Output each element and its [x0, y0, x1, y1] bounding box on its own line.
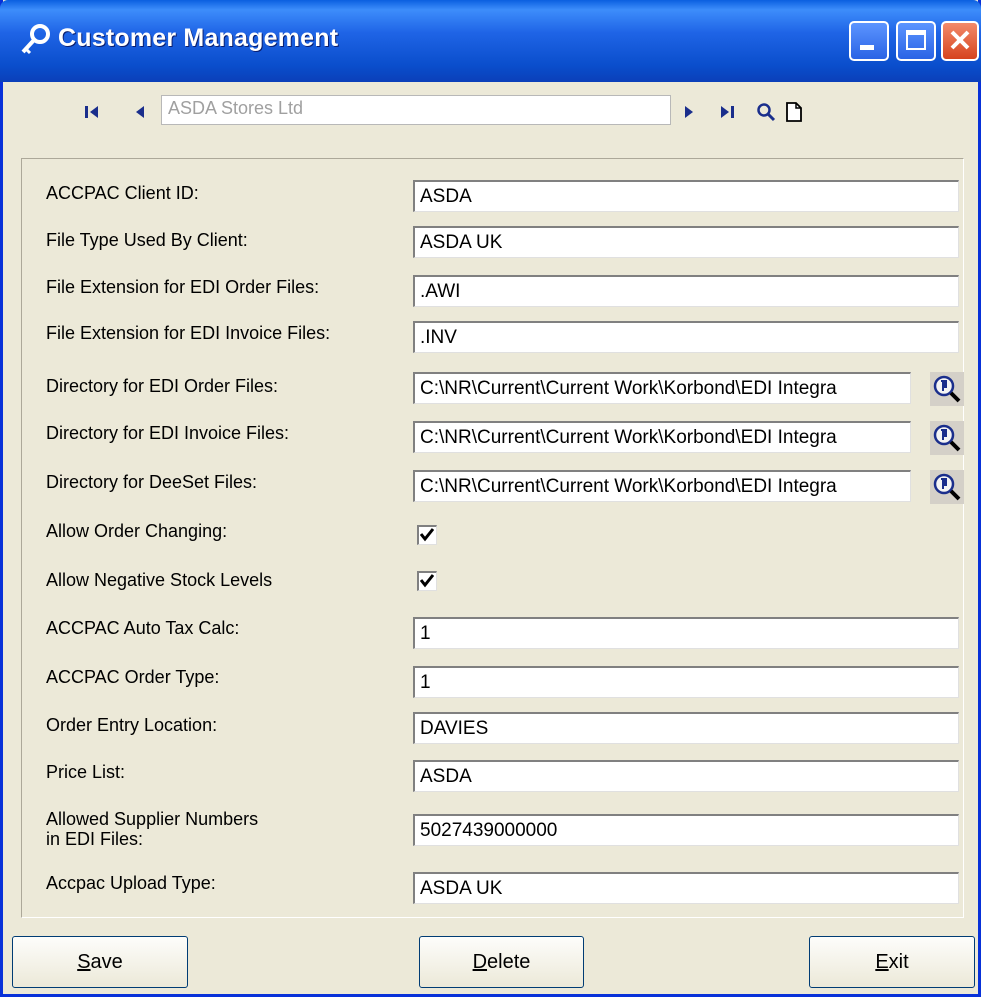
- upload-type-field[interactable]: ASDA UK: [413, 872, 959, 904]
- browse-deeset-dir-button[interactable]: [930, 470, 964, 504]
- order-ext-label: File Extension for EDI Order Files:: [46, 277, 320, 297]
- client-id-label: ACCPAC Client ID:: [46, 183, 199, 203]
- previous-record-icon[interactable]: [129, 100, 151, 124]
- invoice-dir-field[interactable]: C:\NR\Current\Current Work\Korbond\EDI I…: [413, 421, 911, 453]
- browse-invoice-dir-button[interactable]: [930, 421, 964, 455]
- exit-mnemonic: E: [875, 951, 889, 973]
- last-record-icon[interactable]: [716, 100, 738, 124]
- price-list-label: Price List:: [46, 762, 126, 782]
- supplier-numbers-label-line1: Allowed Supplier Numbers: [46, 809, 259, 829]
- order-location-label: Order Entry Location:: [46, 715, 218, 735]
- browse-order-dir-button[interactable]: [930, 372, 964, 406]
- customer-management-window: Customer Management ASDA Stores Ltd ACCP…: [0, 0, 981, 997]
- new-record-icon[interactable]: [783, 100, 805, 124]
- delete-label: elete: [487, 951, 531, 973]
- allow-order-changing-label: Allow Order Changing:: [46, 521, 228, 541]
- order-type-field[interactable]: 1: [413, 666, 959, 698]
- save-button[interactable]: Save: [12, 936, 188, 988]
- delete-mnemonic: D: [472, 951, 488, 973]
- supplier-numbers-label-line2: in EDI Files:: [46, 829, 144, 849]
- maximize-button[interactable]: [896, 21, 936, 61]
- order-dir-label: Directory for EDI Order Files:: [46, 376, 279, 396]
- auto-tax-calc-field[interactable]: 1: [413, 617, 959, 649]
- auto-tax-calc-label: ACCPAC Auto Tax Calc:: [46, 618, 240, 638]
- order-ext-field[interactable]: .AWI: [413, 275, 959, 307]
- deeset-dir-label: Directory for DeeSet Files:: [46, 472, 258, 492]
- browse-folder-icon: [933, 375, 961, 403]
- allow-negative-stock-checkbox[interactable]: [417, 571, 437, 591]
- record-name-field[interactable]: ASDA Stores Ltd: [161, 95, 671, 125]
- supplier-numbers-field[interactable]: 5027439000000: [413, 814, 959, 846]
- allow-negative-stock-label: Allow Negative Stock Levels: [46, 570, 273, 590]
- upload-type-label: Accpac Upload Type:: [46, 873, 216, 893]
- invoice-ext-field[interactable]: .INV: [413, 321, 959, 353]
- minimize-icon: [860, 45, 874, 50]
- file-type-label: File Type Used By Client:: [46, 230, 248, 250]
- order-dir-field[interactable]: C:\NR\Current\Current Work\Korbond\EDI I…: [413, 372, 911, 404]
- window-title: Customer Management: [58, 24, 339, 52]
- checkmark-icon: [420, 574, 434, 588]
- minimize-button[interactable]: [849, 21, 889, 61]
- save-label: ave: [90, 951, 123, 973]
- browse-folder-icon: [933, 424, 961, 452]
- invoice-ext-label: File Extension for EDI Invoice Files:: [46, 323, 331, 343]
- close-button[interactable]: [941, 21, 979, 61]
- title-bar[interactable]: Customer Management: [0, 0, 981, 82]
- order-location-field[interactable]: DAVIES: [413, 712, 959, 744]
- exit-label: xit: [888, 951, 909, 973]
- browse-folder-icon: [933, 473, 961, 501]
- exit-button[interactable]: Exit: [809, 936, 975, 988]
- deeset-dir-field[interactable]: C:\NR\Current\Current Work\Korbond\EDI I…: [413, 470, 911, 502]
- search-icon[interactable]: [755, 100, 777, 124]
- next-record-icon[interactable]: [678, 100, 700, 124]
- first-record-icon[interactable]: [81, 100, 103, 124]
- close-icon: [950, 30, 970, 50]
- order-type-label: ACCPAC Order Type:: [46, 667, 220, 687]
- save-mnemonic: S: [77, 951, 91, 973]
- delete-button[interactable]: Delete: [419, 936, 584, 988]
- file-type-field[interactable]: ASDA UK: [413, 226, 959, 258]
- maximize-icon: [906, 30, 926, 50]
- price-list-field[interactable]: ASDA: [413, 760, 959, 792]
- checkmark-icon: [420, 528, 434, 542]
- client-id-field[interactable]: ASDA: [413, 180, 959, 212]
- invoice-dir-label: Directory for EDI Invoice Files:: [46, 423, 290, 443]
- key-icon: [21, 24, 50, 55]
- allow-order-changing-checkbox[interactable]: [417, 525, 437, 545]
